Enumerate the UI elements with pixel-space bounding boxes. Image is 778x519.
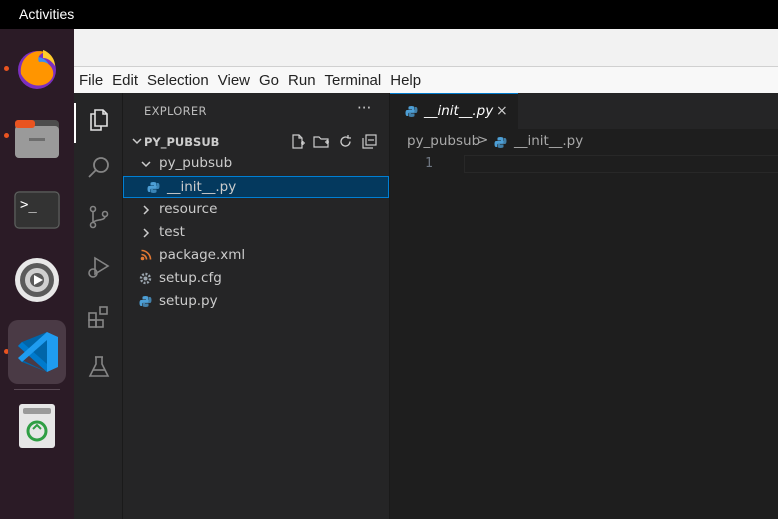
- tab-label: __init__.py: [424, 103, 494, 119]
- tree-file-setup-cfg[interactable]: setup.cfg: [123, 268, 389, 290]
- tab-init-py[interactable]: __init__.py ×: [390, 93, 518, 129]
- run-debug-icon: [88, 256, 110, 278]
- vscode-icon: [18, 332, 58, 372]
- code-editor[interactable]: 1: [390, 155, 778, 519]
- tree-label: resource: [159, 201, 218, 217]
- activity-bar: [74, 93, 123, 519]
- terminal-icon: >_: [14, 191, 60, 229]
- collapse-all-icon[interactable]: [361, 133, 378, 150]
- menu-bar: File Edit Selection View Go Run Terminal…: [74, 67, 778, 93]
- tree-label: test: [159, 224, 185, 240]
- activity-search[interactable]: [85, 154, 113, 182]
- dock-separator: [14, 389, 60, 390]
- explorer-header: EXPLORER: [144, 104, 207, 118]
- activity-extensions[interactable]: [85, 303, 113, 331]
- menu-run[interactable]: Run: [288, 72, 316, 89]
- tree-label: setup.cfg: [159, 270, 222, 286]
- breadcrumb-folder[interactable]: py_pubsub: [407, 133, 480, 149]
- explorer-sidebar: EXPLORER ··· PY_PUBSUB py_pubsub __init_…: [123, 93, 390, 519]
- menu-terminal[interactable]: Terminal: [325, 72, 382, 89]
- trash-icon: [19, 404, 55, 448]
- menu-edit[interactable]: Edit: [112, 72, 138, 89]
- new-folder-icon[interactable]: [313, 133, 330, 150]
- active-view-indicator: [74, 103, 76, 143]
- tree-label: __init__.py: [167, 179, 237, 195]
- dock-files[interactable]: [8, 109, 66, 167]
- current-line-highlight: [464, 155, 778, 173]
- line-number: 1: [425, 156, 433, 171]
- settings-icon: [15, 258, 59, 302]
- files-icon: [90, 109, 108, 131]
- python-file-icon: [494, 137, 507, 148]
- tree-label: package.xml: [159, 247, 246, 263]
- extensions-icon: [88, 306, 108, 328]
- dock-trash[interactable]: [8, 397, 66, 455]
- source-control-icon: [89, 205, 109, 229]
- title-bar[interactable]: [74, 29, 778, 67]
- tree-folder-py_pubsub[interactable]: py_pubsub: [123, 153, 389, 175]
- firefox-icon: [18, 50, 56, 89]
- explorer-actions: [289, 133, 378, 150]
- tree-file-init[interactable]: __init__.py: [123, 176, 389, 198]
- refresh-icon[interactable]: [337, 133, 354, 150]
- python-file-icon: [139, 296, 152, 307]
- system-top-bar: Activities: [0, 0, 778, 29]
- dock-vscode[interactable]: [8, 320, 66, 384]
- python-file-icon: [147, 182, 160, 193]
- files-icon: [15, 120, 59, 158]
- workspace-section[interactable]: PY_PUBSUB: [123, 131, 389, 153]
- workspace-title: PY_PUBSUB: [144, 135, 220, 149]
- menu-help[interactable]: Help: [390, 72, 421, 89]
- breadcrumb-file[interactable]: __init__.py: [514, 133, 583, 149]
- rss-file-icon: [140, 249, 152, 261]
- chevron-right-icon: [143, 228, 150, 238]
- chevron-down-icon: [132, 138, 142, 145]
- vscode-window: File Edit Selection View Go Run Terminal…: [74, 29, 778, 519]
- breadcrumb: py_pubsub > __init__.py: [390, 129, 778, 155]
- tree-folder-resource[interactable]: resource: [123, 199, 389, 221]
- activity-testing[interactable]: [85, 353, 113, 381]
- tree-label: setup.py: [159, 293, 218, 309]
- testing-icon: [88, 356, 110, 377]
- dock-settings[interactable]: [8, 251, 66, 309]
- activity-source-control[interactable]: [85, 203, 113, 231]
- python-file-icon: [405, 106, 418, 117]
- menu-view[interactable]: View: [218, 72, 250, 89]
- tree-label: py_pubsub: [159, 155, 233, 171]
- dock-terminal[interactable]: >_: [8, 181, 66, 239]
- activity-run-debug[interactable]: [85, 253, 113, 281]
- breadcrumb-separator: >: [477, 132, 489, 148]
- dock-firefox[interactable]: [8, 39, 66, 97]
- activities-button[interactable]: Activities: [19, 6, 74, 22]
- menu-selection[interactable]: Selection: [147, 72, 209, 89]
- dock: >_: [0, 29, 74, 519]
- editor-tab-bar: __init__.py ×: [390, 93, 778, 129]
- tree-folder-test[interactable]: test: [123, 222, 389, 244]
- chevron-right-icon: [143, 205, 150, 215]
- menu-go[interactable]: Go: [259, 72, 279, 89]
- tree-file-setup-py[interactable]: setup.py: [123, 291, 389, 313]
- chevron-down-icon: [141, 161, 151, 168]
- more-actions-icon[interactable]: ···: [357, 99, 371, 117]
- gear-icon: [139, 272, 152, 285]
- svg-text:>_: >_: [20, 197, 37, 213]
- close-icon[interactable]: ×: [496, 103, 508, 119]
- menu-file[interactable]: File: [79, 72, 103, 89]
- tree-file-package-xml[interactable]: package.xml: [123, 245, 389, 267]
- new-file-icon[interactable]: [289, 133, 306, 150]
- activity-explorer[interactable]: [85, 105, 113, 133]
- search-icon: [88, 157, 109, 178]
